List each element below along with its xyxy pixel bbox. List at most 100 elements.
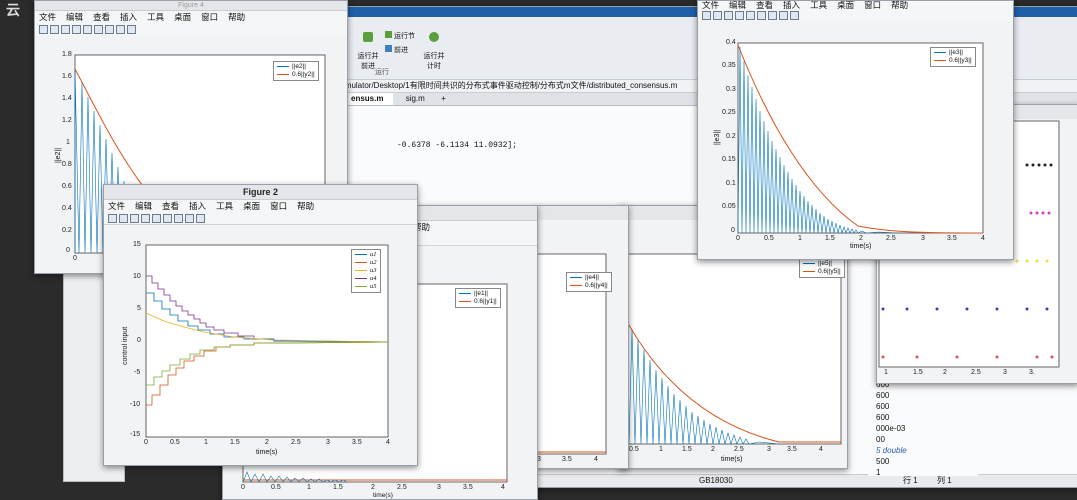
x-tick-label: 0.5 bbox=[271, 484, 281, 491]
y-tick-label: -15 bbox=[130, 431, 141, 438]
figure2-toolbar bbox=[104, 212, 417, 225]
legend-entry: 0.6||y2|| bbox=[277, 71, 315, 79]
y-tick-label: 0.6 bbox=[62, 183, 72, 190]
menu-edit[interactable]: 编辑 bbox=[135, 201, 152, 211]
x-tick-label: 1.5 bbox=[825, 235, 835, 242]
y-tick-label: -5 bbox=[134, 369, 141, 376]
y-axis-label: control input bbox=[122, 326, 129, 365]
save-icon[interactable] bbox=[61, 25, 70, 34]
run-section-icon bbox=[385, 31, 392, 38]
legend-icon[interactable] bbox=[768, 11, 777, 20]
advance-button[interactable]: 前进 bbox=[385, 45, 408, 55]
link-icon[interactable] bbox=[83, 25, 92, 34]
legend-entry: 0.6||y5|| bbox=[803, 268, 841, 276]
x-tick-label: 3 bbox=[767, 446, 771, 453]
run-advance-button[interactable]: 运行并 前进 bbox=[353, 25, 383, 71]
tab-distributed-consensus[interactable]: ensus.m bbox=[341, 93, 394, 105]
pointer-icon[interactable] bbox=[116, 25, 125, 34]
plot-tools-icon[interactable] bbox=[790, 11, 799, 20]
menu-help[interactable]: 帮助 bbox=[891, 1, 908, 10]
menu-desktop[interactable]: 桌面 bbox=[174, 12, 191, 22]
open-icon[interactable] bbox=[713, 11, 722, 20]
y-axis-label: ||e2|| bbox=[55, 147, 62, 163]
x-tick-label: 2.5 bbox=[886, 235, 896, 242]
x-tick-label: 3 bbox=[1003, 369, 1007, 376]
menu-tools[interactable]: 工具 bbox=[147, 12, 164, 22]
new-figure-icon[interactable] bbox=[702, 11, 711, 20]
menu-window[interactable]: 窗口 bbox=[201, 12, 218, 22]
figure4-titlebar: Figure 4 bbox=[35, 1, 347, 11]
menu-file[interactable]: 文件 bbox=[39, 12, 56, 22]
x-tick-label: 3.5 bbox=[463, 484, 473, 491]
legend-entry: u4 bbox=[355, 275, 377, 283]
y-tick-label: 1.8 bbox=[62, 51, 72, 58]
add-tab-button[interactable]: + bbox=[437, 93, 450, 105]
menu-view[interactable]: 查看 bbox=[93, 12, 110, 22]
x-tick-label: 4 bbox=[386, 439, 390, 446]
pointer-icon[interactable] bbox=[779, 11, 788, 20]
figure3-menubar: 文件 编辑 查看 插入 工具 桌面 窗口 帮助 bbox=[698, 1, 1013, 9]
y-tick-label: 0.1 bbox=[726, 180, 736, 187]
x-tick-label: 3.5 bbox=[947, 235, 957, 242]
figure2-plot: 15 10 5 0 -5 -10 -15 0 0.5 1 1.5 2 2.5 3… bbox=[104, 225, 417, 465]
x-tick-label: 3 bbox=[921, 235, 925, 242]
save-icon[interactable] bbox=[724, 11, 733, 20]
menu-help[interactable]: 帮助 bbox=[297, 201, 314, 211]
y-tick-label: -10 bbox=[130, 401, 141, 408]
menu-insert[interactable]: 插入 bbox=[120, 12, 137, 22]
menu-view[interactable]: 查看 bbox=[162, 201, 179, 211]
legend-entry: 0.6||y4|| bbox=[570, 282, 608, 290]
x-tick-label: 3 bbox=[437, 484, 441, 491]
tab-sig[interactable]: sig.m bbox=[396, 93, 435, 105]
link-icon[interactable] bbox=[152, 214, 161, 223]
menu-tools[interactable]: 工具 bbox=[216, 201, 233, 211]
x-tick-label: 0 bbox=[241, 484, 245, 491]
run-time-button[interactable]: 运行并 计时 bbox=[419, 25, 449, 71]
menu-insert[interactable]: 插入 bbox=[189, 201, 206, 211]
workspace-value: 500 bbox=[876, 457, 890, 466]
legend-entry: u5 bbox=[355, 283, 377, 291]
advance-icon bbox=[385, 45, 392, 52]
x-tick-label: 2 bbox=[265, 439, 269, 446]
menu-edit[interactable]: 编辑 bbox=[66, 12, 83, 22]
colorbar-icon[interactable] bbox=[163, 214, 172, 223]
link-icon[interactable] bbox=[746, 11, 755, 20]
y-tick-label: 0.05 bbox=[722, 203, 736, 210]
new-figure-icon[interactable] bbox=[39, 25, 48, 34]
save-icon[interactable] bbox=[130, 214, 139, 223]
legend-icon[interactable] bbox=[105, 25, 114, 34]
open-icon[interactable] bbox=[119, 214, 128, 223]
workspace-value: 600 bbox=[876, 391, 890, 400]
new-figure-icon[interactable] bbox=[108, 214, 117, 223]
menu-desktop[interactable]: 桌面 bbox=[243, 201, 260, 211]
menu-window[interactable]: 窗口 bbox=[270, 201, 287, 211]
y-tick-label: 0.25 bbox=[722, 109, 736, 116]
plot-tools-icon[interactable] bbox=[127, 25, 136, 34]
menu-desktop[interactable]: 桌面 bbox=[837, 1, 854, 10]
print-icon[interactable] bbox=[72, 25, 81, 34]
figure-e4-plot: ||e4|| 0.6||y4|| 3 3.5 4 bbox=[536, 220, 628, 468]
menu-file[interactable]: 文件 bbox=[108, 201, 125, 211]
run-section-button[interactable]: 运行节 bbox=[385, 31, 415, 41]
code-line[interactable]: -0.6378 -6.1134 11.0932]; bbox=[397, 141, 517, 150]
colorbar-icon[interactable] bbox=[94, 25, 103, 34]
status-row: 行 1 bbox=[903, 476, 918, 485]
figure4-legend: ||e2|| 0.6||y2|| bbox=[273, 61, 319, 81]
pointer-icon[interactable] bbox=[185, 214, 194, 223]
print-icon[interactable] bbox=[141, 214, 150, 223]
x-tick-label: 0 bbox=[736, 235, 740, 242]
figure2-legend: u1 u2 u3 u4 u5 bbox=[351, 249, 381, 293]
y-tick-label: 1.2 bbox=[62, 117, 72, 124]
menu-help[interactable]: 帮助 bbox=[228, 12, 245, 22]
y-tick-label: 0.4 bbox=[726, 39, 736, 46]
colorbar-icon[interactable] bbox=[757, 11, 766, 20]
menu-window[interactable]: 窗口 bbox=[864, 1, 881, 10]
menu-tools[interactable]: 工具 bbox=[810, 1, 827, 10]
print-icon[interactable] bbox=[735, 11, 744, 20]
legend-icon[interactable] bbox=[174, 214, 183, 223]
x-tick-label: 1.5 bbox=[230, 439, 240, 446]
figure-e5-legend: ||e5|| 0.6||y5|| bbox=[799, 258, 845, 278]
open-icon[interactable] bbox=[50, 25, 59, 34]
plot-tools-icon[interactable] bbox=[196, 214, 205, 223]
y-tick-label: 0.35 bbox=[722, 62, 736, 69]
